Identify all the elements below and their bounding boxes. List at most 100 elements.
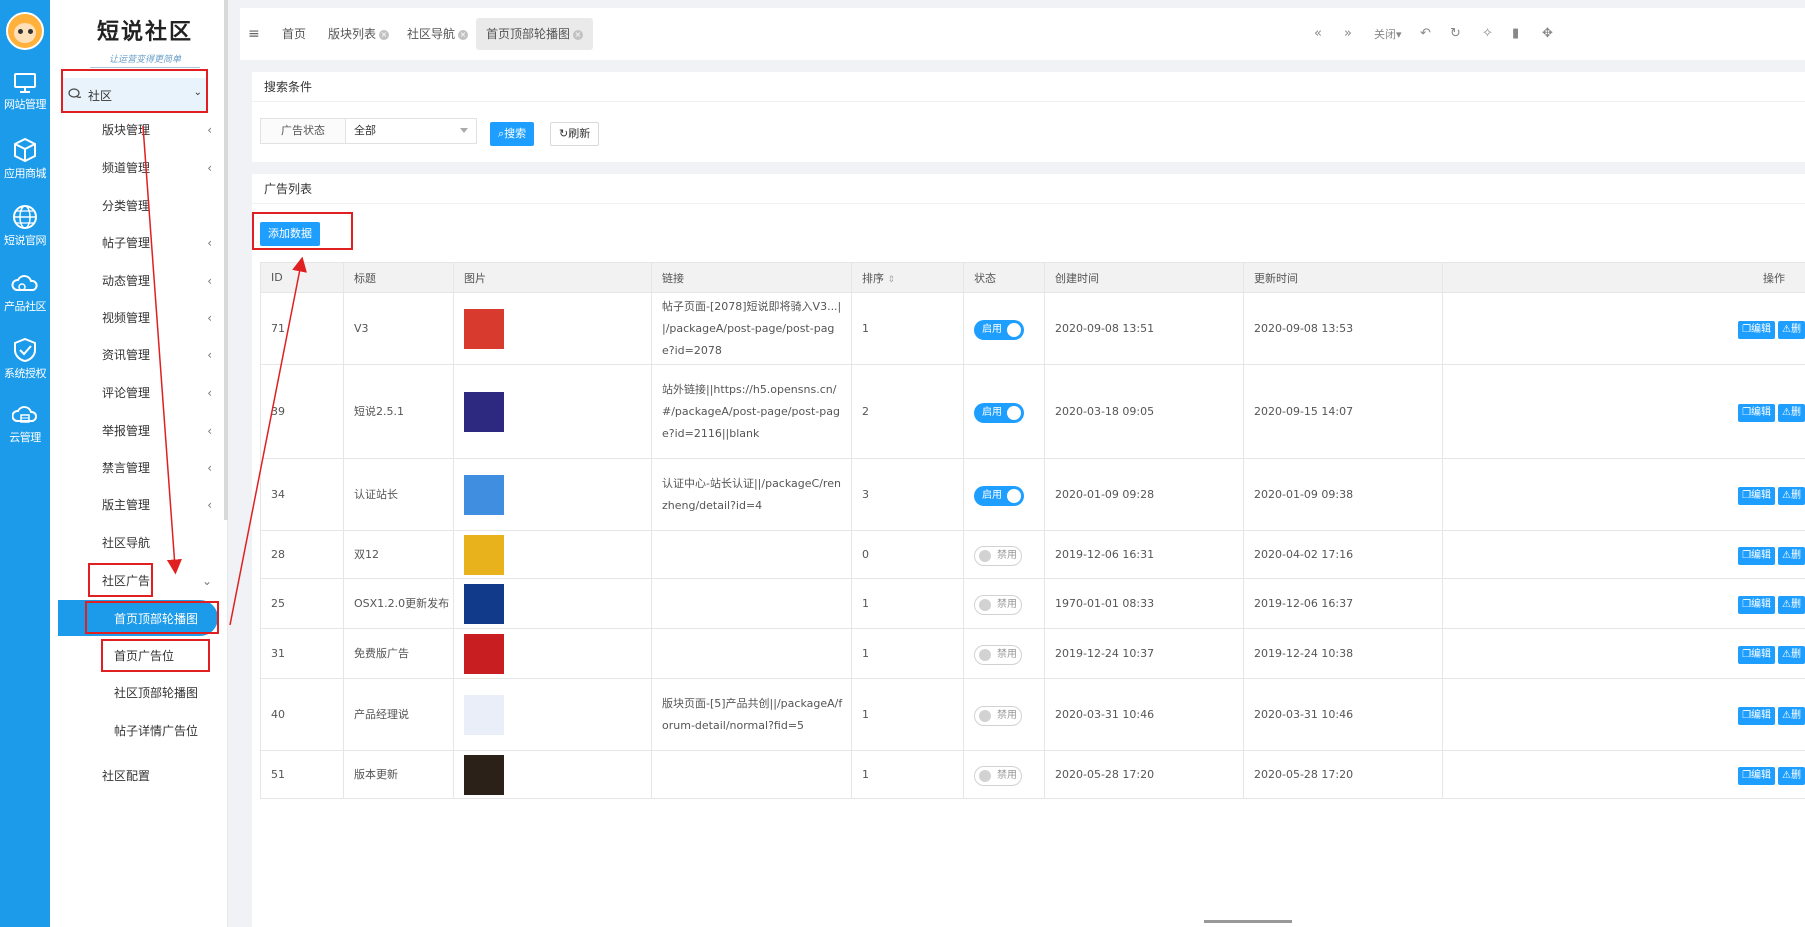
status-toggle[interactable]: 禁用 — [974, 705, 1022, 726]
status-toggle[interactable]: 禁用 — [974, 545, 1022, 566]
rail-item-community[interactable]: 产品社区 — [0, 272, 50, 314]
rail-item-license[interactable]: 系统授权 — [0, 337, 50, 381]
add-data-button[interactable]: 添加数据 — [260, 222, 320, 246]
sidebar-item-post-manage[interactable]: 帖子管理 ‹ — [102, 232, 212, 254]
cell-image — [453, 578, 652, 629]
delete-button[interactable]: ⚠删 — [1778, 486, 1805, 505]
horizontal-scrollbar[interactable] — [1204, 920, 1292, 923]
scroll-left-icon[interactable]: « — [1314, 26, 1322, 41]
sidebar-item-community-config[interactable]: 社区配置 — [102, 765, 212, 787]
status-toggle[interactable]: 禁用 — [974, 765, 1022, 786]
delete-button[interactable]: ⚠删 — [1778, 546, 1805, 565]
status-toggle[interactable]: 启用 — [974, 485, 1024, 506]
edit-button[interactable]: ❐编辑 — [1738, 766, 1776, 785]
column-header[interactable]: 标题 — [343, 262, 454, 293]
refresh-icon[interactable]: ↻ — [1450, 26, 1461, 41]
rail-item-cloud[interactable]: 云管理 — [0, 405, 50, 445]
edit-button[interactable]: ❐编辑 — [1738, 706, 1776, 725]
edit-button[interactable]: ❐编辑 — [1738, 320, 1776, 339]
ad-thumbnail[interactable] — [464, 583, 504, 624]
edit-button[interactable]: ❐编辑 — [1738, 645, 1776, 664]
sidebar-item-label: 社区广告 — [102, 574, 151, 588]
sidebar-item-section-manage[interactable]: 版块管理 ‹ — [102, 119, 212, 141]
delete-button[interactable]: ⚠删 — [1778, 403, 1805, 422]
tab-section-list[interactable]: 版块列表 × — [318, 18, 399, 50]
edit-button[interactable]: ❐编辑 — [1738, 403, 1776, 422]
refresh-button[interactable]: ↻刷新 — [550, 122, 600, 146]
ad-thumbnail[interactable] — [464, 308, 504, 349]
ad-thumbnail[interactable] — [464, 391, 504, 432]
delete-button[interactable]: ⚠删 — [1778, 706, 1805, 725]
search-panel-header: 搜索条件 — [252, 72, 1805, 102]
cell-title: V3 — [343, 292, 454, 365]
sidebar-scrollbar[interactable] — [224, 0, 228, 520]
sidebar-subitem-home-carousel[interactable]: 首页顶部轮播图 — [58, 600, 218, 636]
tab-home[interactable]: 首页 — [272, 18, 316, 50]
cell-link — [651, 628, 852, 679]
status-toggle[interactable]: 禁用 — [974, 644, 1022, 665]
sidebar-item-channel-manage[interactable]: 频道管理 ‹ — [102, 157, 212, 179]
sidebar-item-moderator-manage[interactable]: 版主管理 ‹ — [102, 494, 212, 516]
edit-button[interactable]: ❐编辑 — [1738, 486, 1776, 505]
scroll-right-icon[interactable]: » — [1344, 26, 1352, 41]
sidebar-item-label: 视频管理 — [102, 311, 151, 325]
sidebar-subitem-home-ad-slot[interactable]: 首页广告位 — [114, 645, 224, 667]
delete-button[interactable]: ⚠删 — [1778, 595, 1805, 614]
menu-toggle-icon[interactable]: ≡ — [248, 26, 260, 42]
ad-thumbnail[interactable] — [464, 474, 504, 515]
edit-button[interactable]: ❐编辑 — [1738, 546, 1776, 565]
close-icon[interactable]: × — [458, 29, 469, 40]
sidebar-item-community[interactable]: 社区 ⌄ — [62, 78, 208, 112]
close-icon[interactable]: × — [573, 29, 584, 40]
column-header[interactable]: ID — [260, 262, 344, 293]
sidebar-subitem-post-detail-ad[interactable]: 帖子详情广告位 — [114, 720, 224, 742]
delete-button[interactable]: ⚠删 — [1778, 645, 1805, 664]
sidebar-item-feed-manage[interactable]: 动态管理 ‹ — [102, 270, 212, 292]
sidebar-item-report-manage[interactable]: 举报管理 ‹ — [102, 420, 212, 442]
delete-button[interactable]: ⚠删 — [1778, 320, 1805, 339]
ad-thumbnail[interactable] — [464, 633, 504, 674]
table-header-row: ID 标题 图片 链接 排序 ⇕ 状态 创建时间 更新时间 操作 — [260, 262, 1805, 293]
cell-status: 禁用 — [963, 628, 1045, 679]
avatar[interactable] — [6, 12, 44, 50]
tab-community-nav[interactable]: 社区导航 × — [397, 18, 478, 50]
cell-created: 2019-12-06 16:31 — [1044, 530, 1244, 579]
tab-home-carousel[interactable]: 首页顶部轮播图 × — [476, 18, 594, 50]
sidebar-item-category-manage[interactable]: 分类管理 — [102, 195, 212, 217]
sidebar-item-mute-manage[interactable]: 禁言管理 ‹ — [102, 457, 212, 479]
sort-icon[interactable]: ⇕ — [888, 275, 896, 285]
close-menu[interactable]: 关闭▾ — [1374, 26, 1402, 42]
back-icon[interactable]: ↶ — [1420, 26, 1431, 41]
status-toggle[interactable]: 禁用 — [974, 594, 1022, 615]
edit-button[interactable]: ❐编辑 — [1738, 595, 1776, 614]
rail-item-site[interactable]: 短说官网 — [0, 204, 50, 248]
rail-item-store[interactable]: 应用商城 — [0, 137, 50, 181]
sidebar-item-community-ads[interactable]: 社区广告 ⌄ — [102, 570, 212, 592]
delete-button[interactable]: ⚠删 — [1778, 766, 1805, 785]
ad-thumbnail[interactable] — [464, 534, 504, 575]
sidebar-item-community-nav[interactable]: 社区导航 — [102, 532, 212, 554]
rail-item-website[interactable]: 网站管理 — [0, 72, 50, 112]
sidebar-item-video-manage[interactable]: 视频管理 ‹ — [102, 307, 212, 329]
sidebar-item-label: 帖子管理 — [102, 236, 151, 250]
status-filter-select[interactable]: 全部 — [345, 118, 477, 144]
search-button[interactable]: ⌕搜索 — [490, 122, 535, 146]
clear-icon[interactable]: ✧ — [1482, 26, 1493, 41]
close-icon[interactable]: × — [379, 29, 390, 40]
logo-title: 短说社区 — [96, 20, 193, 45]
status-toggle[interactable]: 启用 — [974, 319, 1024, 340]
rail-label: 网站管理 — [4, 98, 47, 111]
column-header-sort[interactable]: 排序 ⇕ — [851, 262, 964, 293]
status-toggle[interactable]: 启用 — [974, 402, 1024, 423]
shield-check-icon — [14, 337, 36, 363]
sidebar-subitem-label: 帖子详情广告位 — [114, 724, 199, 738]
ad-thumbnail[interactable] — [464, 754, 504, 795]
fullscreen-icon[interactable]: ✥ — [1542, 26, 1553, 41]
cell-status: 禁用 — [963, 750, 1045, 799]
rail-label: 产品社区 — [4, 300, 47, 313]
sidebar-item-comment-manage[interactable]: 评论管理 ‹ — [102, 382, 212, 404]
ad-thumbnail[interactable] — [464, 694, 504, 735]
sidebar-item-news-manage[interactable]: 资讯管理 ‹ — [102, 344, 212, 366]
delete-icon[interactable]: ▮ — [1512, 26, 1519, 41]
sidebar-subitem-community-carousel[interactable]: 社区顶部轮播图 — [114, 682, 224, 704]
